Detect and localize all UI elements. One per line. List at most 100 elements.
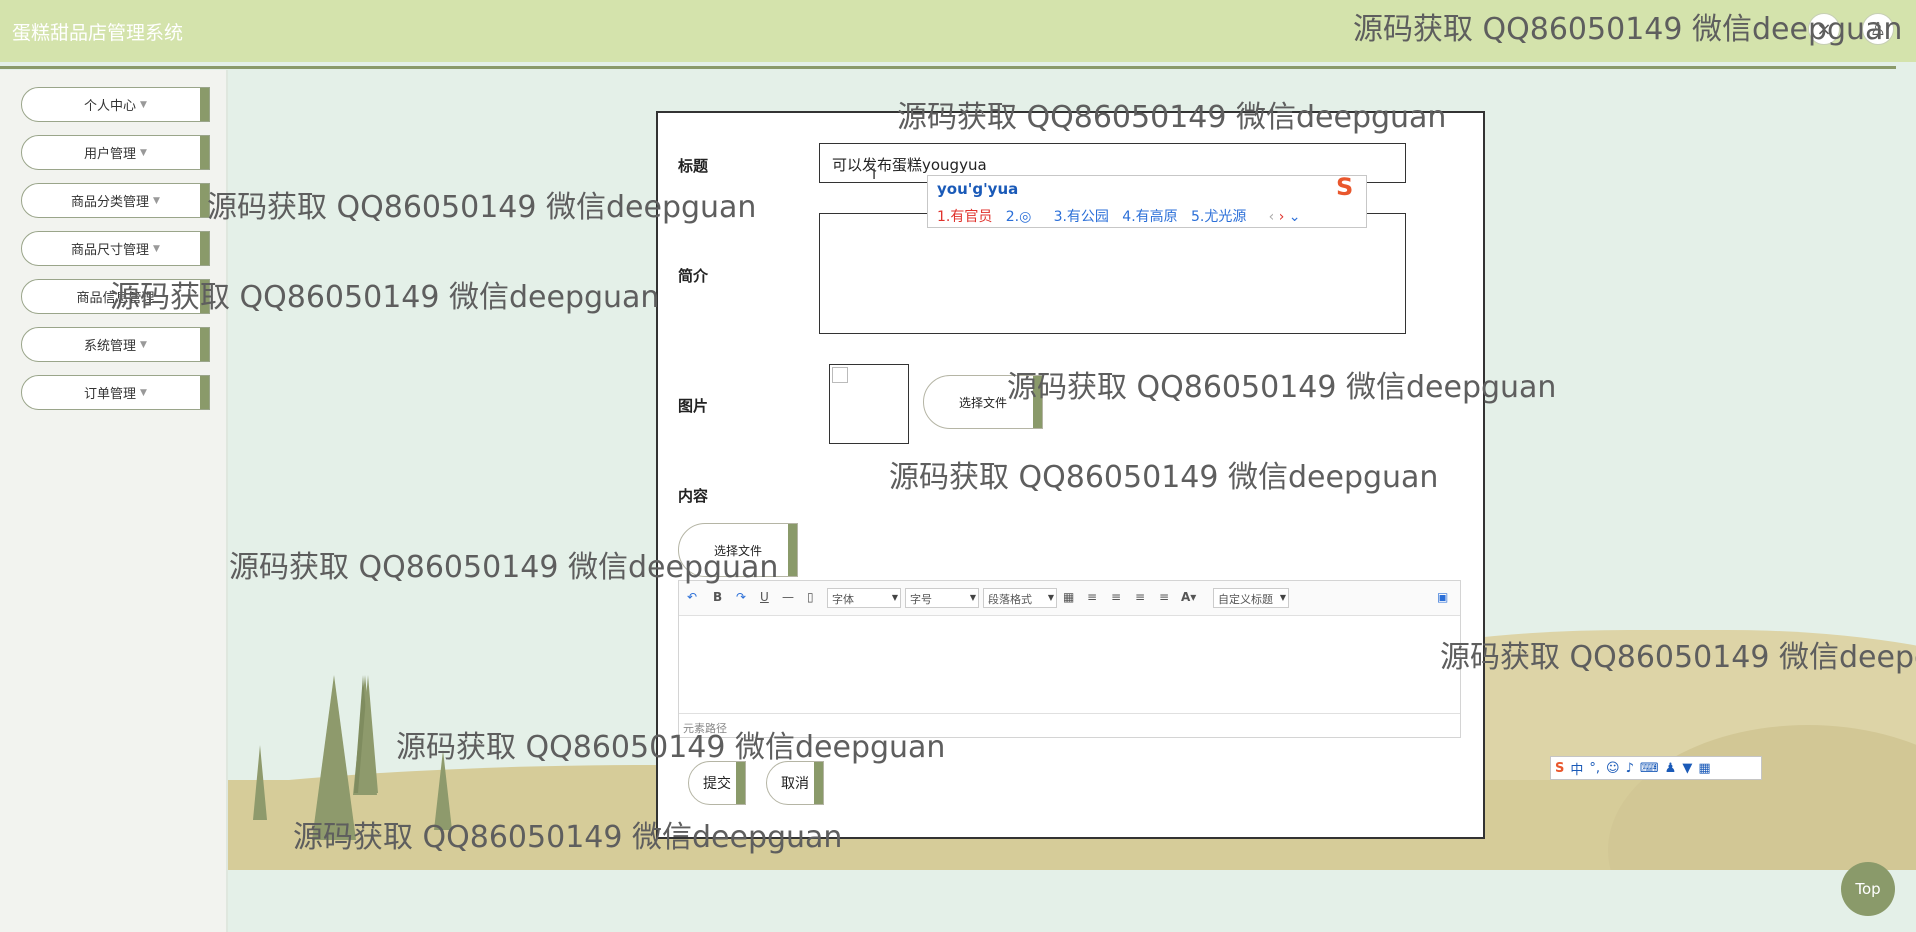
button-accent [736,762,745,804]
user-icon[interactable]: ♙ [1862,13,1894,45]
chevron-down-icon: ▼ [891,593,898,602]
sogou-icon: S [1555,760,1565,776]
font-color-icon[interactable]: A▾ [1181,590,1196,604]
fullscreen-icon[interactable]: ▣ [1437,590,1448,604]
paragraph-select[interactable]: 段落格式 ▼ [983,588,1057,608]
microphone-icon[interactable]: ♪ [1626,761,1634,776]
sidebar-item-personal-center[interactable]: 个人中心 ▼ [21,87,210,122]
image-upload-label: 选择文件 [958,395,1007,410]
horizontal-rule-icon[interactable]: — [782,590,794,604]
text-cursor-icon: I [872,167,877,183]
sidebar: 个人中心 ▼ 用户管理 ▼ 商品分类管理 ▼ 商品尺寸管理 ▼ 商品信息管理 系统管理 ▼… [0,70,228,932]
underline-icon[interactable]: U [760,590,769,604]
intro-textarea[interactable] [819,213,1406,334]
align-left-icon[interactable]: ≡ [1087,590,1097,604]
sidebar-item-label: 订单管理 [84,387,137,402]
back-to-top-button[interactable]: Top [1841,862,1895,916]
ime-next-icon[interactable]: › [1279,209,1285,225]
align-right-icon[interactable]: ≡ [1111,590,1121,604]
align-center-icon[interactable]: ≡ [1135,590,1145,604]
sidebar-item-label: 商品信息管理 [76,291,155,306]
font-select-value: 字体 [832,593,854,606]
editor-toolbar: ↶ B ↷ U — ▯ 字体 ▼ 字号 ▼ 段落格式 ▼ ▦ ≡ ≡ ≡ ≡ A▾ 自… [679,581,1460,616]
punctuation-icon[interactable]: °, [1589,761,1600,776]
chevron-down-icon: ▼ [1047,593,1054,602]
top-bar: 蛋糕甜品店管理系统 × ♙ [0,0,1916,62]
sidebar-item-user-management[interactable]: 用户管理 ▼ [21,135,210,170]
header-divider [0,66,1896,69]
font-select[interactable]: 字体 ▼ [827,588,901,608]
sidebar-item-accent [200,328,209,361]
ime-input-text: you'g'yua [937,180,1019,198]
ime-candidate[interactable]: 2. [1006,209,1019,225]
sidebar-item-label: 个人中心 [84,99,137,114]
button-accent [788,524,797,576]
table-icon[interactable]: ▦ [1063,590,1074,604]
background-strip [228,870,1916,932]
ime-candidate[interactable]: 1.有官员 [937,209,992,225]
image-label: 图片 [678,397,709,415]
ime-mode-label[interactable]: 中 [1570,759,1583,778]
button-accent [1033,376,1042,428]
emoji-icon[interactable]: ☺ [1606,761,1620,776]
chevron-down-icon: ▼ [153,195,160,206]
sidebar-item-accent [200,376,209,409]
custom-title-select[interactable]: 自定义标题 ▼ [1213,588,1289,608]
sidebar-item-accent [200,88,209,121]
align-justify-icon[interactable]: ≡ [1159,590,1169,604]
app-title: 蛋糕甜品店管理系统 [12,22,184,44]
rich-text-editor[interactable]: ↶ B ↷ U — ▯ 字体 ▼ 字号 ▼ 段落格式 ▼ ▦ ≡ ≡ ≡ ≡ A▾ 自… [678,580,1461,738]
skin-icon[interactable]: ♟ [1665,761,1677,776]
ime-candidate[interactable]: 5.尤光源 [1191,209,1246,225]
ime-expand-icon[interactable]: ⌄ [1289,209,1301,225]
toolbox-icon[interactable]: ▦ [1698,761,1710,776]
button-accent [814,762,823,804]
bold-icon[interactable]: B [713,590,722,604]
sidebar-item-label: 商品分类管理 [71,195,150,210]
sidebar-item-product-management[interactable]: 商品信息管理 [21,279,210,314]
close-icon[interactable]: × [1808,13,1840,45]
ime-status-bar[interactable]: S 中 °, ☺ ♪ ⌨ ♟ ▼ ▦ [1550,756,1762,780]
custom-title-value: 自定义标题 [1218,593,1273,606]
sidebar-item-category-management[interactable]: 商品分类管理 ▼ [21,183,210,218]
redo-icon[interactable]: ↷ [736,590,746,604]
ime-prev-icon[interactable]: ‹ [1269,209,1275,225]
tree-decoration [358,675,378,793]
submit-label: 提交 [703,776,731,792]
chevron-down-icon: ▼ [140,99,147,110]
content-upload-button[interactable]: 选择文件 [678,523,798,577]
editor-element-path: 元素路径 [679,713,1460,737]
sidebar-item-accent [200,184,209,217]
sidebar-item-label: 系统管理 [84,339,137,354]
font-size-select[interactable]: 字号 ▼ [905,588,979,608]
sidebar-item-system-management[interactable]: 系统管理 ▼ [21,327,210,362]
sidebar-item-label: 商品尺寸管理 [71,243,150,258]
cancel-button[interactable]: 取消 [766,761,824,805]
ime-candidate-window[interactable]: you'g'yua 1.有官员 2.◎ 3.有公园 4.有高原 5.尤光源 ‹ … [927,175,1367,228]
sidebar-item-order-management[interactable]: 订单管理 ▼ [21,375,210,410]
title-label: 标题 [678,157,709,175]
ime-emoji-icon[interactable]: ◎ [1019,209,1031,225]
paragraph-value: 段落格式 [988,593,1032,606]
sidebar-item-size-management[interactable]: 商品尺寸管理 ▼ [21,231,210,266]
ime-candidate[interactable]: 3.有公园 [1054,209,1109,225]
image-upload-button[interactable]: 选择文件 [923,375,1043,429]
submit-button[interactable]: 提交 [688,761,746,805]
chevron-down-icon: ▼ [1279,593,1286,602]
sidebar-item-accent [200,232,209,265]
chevron-down-icon: ▼ [153,243,160,254]
keyboard-icon[interactable]: ⌨ [1640,761,1659,776]
content-upload-label: 选择文件 [713,543,762,558]
sidebar-item-label: 用户管理 [84,147,137,162]
document-icon[interactable]: ▯ [807,590,814,604]
intro-label: 简介 [678,267,709,285]
ime-candidate[interactable]: 4.有高原 [1122,209,1177,225]
chevron-down-icon: ▼ [969,593,976,602]
cancel-label: 取消 [781,776,809,792]
undo-icon[interactable]: ↶ [687,590,697,604]
font-size-value: 字号 [910,593,932,606]
shirt-icon[interactable]: ▼ [1682,761,1692,776]
image-preview [829,364,909,444]
tree-decoration [312,675,356,840]
tree-decoration [253,745,267,820]
